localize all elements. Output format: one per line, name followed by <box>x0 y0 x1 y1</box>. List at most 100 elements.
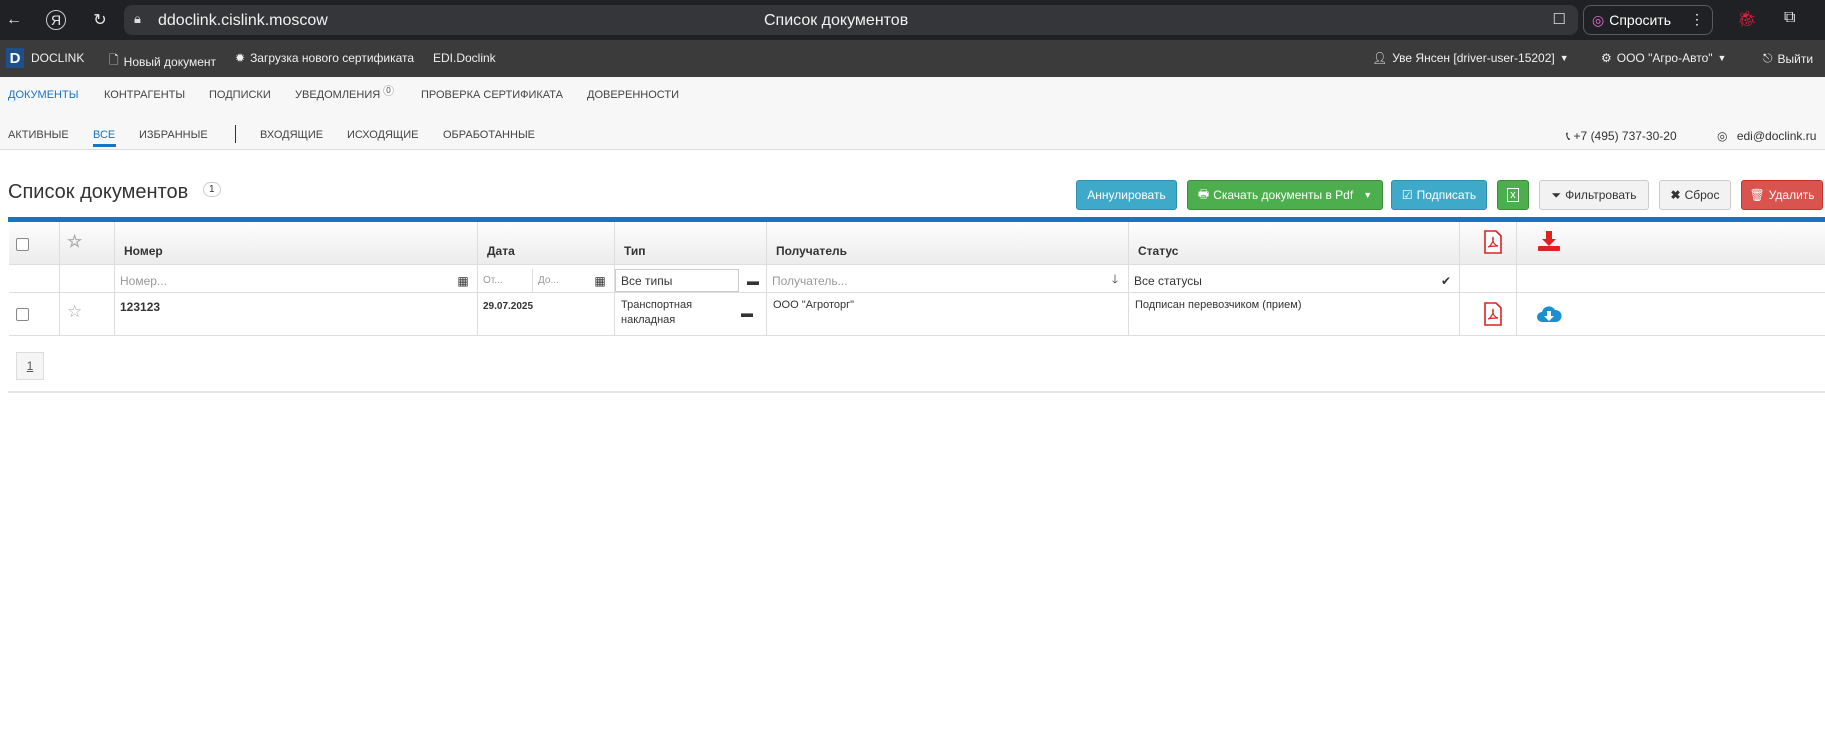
sign-button[interactable]: ☑ Подписать <box>1391 180 1487 210</box>
star-icon[interactable]: ☆ <box>67 232 82 252</box>
header-status[interactable]: Статус <box>1129 222 1460 264</box>
pdf-file-icon[interactable] <box>1483 302 1503 326</box>
logo-text[interactable]: DOCLINK <box>31 51 84 65</box>
notifications-label: УВЕДОМЛЕНИЯ <box>295 89 381 101</box>
caret-down-icon: ▼ <box>1559 53 1569 63</box>
tab-certificate-check[interactable]: ПРОВЕРКА СЕРТИФИКАТА <box>421 89 563 101</box>
header-download-cell <box>1517 222 1825 264</box>
excel-export-button[interactable]: x <box>1497 180 1529 210</box>
phone-number: +7 (495) 737-30-20 <box>1573 129 1677 143</box>
edi-link[interactable]: EDI.Doclink <box>433 51 496 65</box>
ask-icon: ◎ <box>1592 11 1605 28</box>
logout-link[interactable]: ⎋ Выйти <box>1763 51 1813 66</box>
status-filter-select[interactable]: Все статусы <box>1129 269 1432 292</box>
ask-button[interactable]: ◎ Спросить ⋮ <box>1583 5 1713 35</box>
phone-icon: 📞︎ <box>1566 129 1571 143</box>
delete-button[interactable]: 🗑︎ Удалить <box>1741 180 1823 210</box>
app-top-nav: D DOCLINK 🗋 Новый документ ✹ Загрузка но… <box>0 40 1825 77</box>
filter-empty-cell <box>1517 265 1825 292</box>
new-document-link[interactable]: 🗋 Новый документ <box>109 51 216 72</box>
upload-certificate-label: Загрузка нового сертификата <box>250 51 415 65</box>
certificate-icon: ✹ <box>235 51 246 65</box>
header-type[interactable]: Тип <box>615 222 767 264</box>
cloud-download-icon[interactable] <box>1536 304 1562 324</box>
bookmark-icon[interactable]: ☐ <box>1553 10 1566 28</box>
header-favorite-cell: ☆ <box>60 222 115 264</box>
filter-button[interactable]: ⏷ Фильтровать <box>1539 180 1649 210</box>
checkmark-icon[interactable]: ✔ <box>1432 269 1460 292</box>
filter-date-cell: От... До... ▦ <box>478 265 615 292</box>
pdf-file-icon[interactable] <box>1483 230 1503 254</box>
logout-icon: ⎋ <box>1763 51 1773 65</box>
table-bottom-border <box>8 391 1825 393</box>
date-to-input[interactable]: До... <box>532 269 586 292</box>
recipient-filter-input[interactable]: Получатель... <box>767 269 1101 292</box>
extension-icon[interactable]: 🐞︎ <box>1737 9 1757 29</box>
header-date[interactable]: Дата <box>478 222 615 264</box>
row-recipient-cell: ООО "Агроторг" <box>767 293 1129 335</box>
document-type-line2: накладная <box>621 314 676 326</box>
user-menu[interactable]: 👤︎ Уве Янсен [driver-user-15202] ▼ <box>1372 51 1569 65</box>
reset-button[interactable]: ✖ Сброс <box>1659 180 1731 210</box>
document-number[interactable]: 123123 <box>120 300 160 314</box>
filter-all[interactable]: ВСЕ <box>93 129 115 141</box>
filter-favorites[interactable]: ИЗБРАННЫЕ <box>139 129 208 141</box>
tab-documents[interactable]: ДОКУМЕНТЫ <box>8 89 78 101</box>
check-square-icon: ☑ <box>1401 188 1413 202</box>
document-count-badge: 1 <box>203 182 221 197</box>
filter-active[interactable]: АКТИВНЫЕ <box>8 129 69 141</box>
email-icon: ◎ <box>1717 129 1728 143</box>
tab-subscriptions[interactable]: ПОДПИСКИ <box>209 89 271 101</box>
download-pdf-button[interactable]: 🖶 Скачать документы в Pdf ▼ <box>1187 180 1383 210</box>
filter-status-cell: Все статусы ✔ <box>1129 265 1460 292</box>
download-icon[interactable] <box>1537 230 1561 252</box>
header-number[interactable]: Номер <box>115 222 478 264</box>
filter-empty-cell <box>1460 265 1517 292</box>
folder-icon[interactable]: ▬ <box>739 269 767 292</box>
row-download-cell <box>1517 293 1825 335</box>
tab-powers-of-attorney[interactable]: ДОВЕРЕННОСТИ <box>587 89 679 101</box>
type-filter-select[interactable]: Все типы <box>615 269 739 292</box>
back-arrow-icon[interactable]: ← <box>0 6 28 34</box>
funnel-icon: ⏷ <box>1551 187 1562 202</box>
org-menu[interactable]: ⚙ ООО "Агро-Авто" ▼ <box>1601 51 1726 65</box>
menu-dots-icon[interactable]: ⋮ <box>1690 11 1704 28</box>
row-number-cell: 123123 <box>115 293 478 335</box>
date-from-input[interactable]: От... <box>478 269 532 292</box>
address-bar[interactable]: 🔒︎ ddoclink.cislink.moscow Список докуме… <box>124 5 1578 35</box>
trash-icon: 🗑︎ <box>1749 188 1765 202</box>
tab-notifications[interactable]: УВЕДОМЛЕНИЯ 0 <box>295 85 394 101</box>
select-all-checkbox[interactable] <box>16 238 29 251</box>
folder-icon[interactable]: ▬ <box>733 299 761 327</box>
email-contact: ◎ edi@doclink.ru <box>1717 129 1816 143</box>
tab-counterparties[interactable]: КОНТРАГЕНТЫ <box>104 89 185 101</box>
download-pdf-label: Скачать документы в Pdf <box>1213 188 1354 202</box>
gear-icon: ⚙ <box>1601 51 1612 65</box>
email-address[interactable]: edi@doclink.ru <box>1737 129 1817 143</box>
header-recipient[interactable]: Получатель <box>767 222 1129 264</box>
star-icon[interactable]: ☆ <box>67 302 82 322</box>
arrow-down-icon[interactable]: 🡓 <box>1101 269 1129 292</box>
filter-outgoing[interactable]: ИСХОДЯЩИЕ <box>347 129 418 141</box>
table-row[interactable]: ☆ 123123 29.07.2025 Транспортная накладн… <box>9 293 1825 336</box>
sidebar-icon[interactable]: ⧉ <box>1784 9 1795 27</box>
active-tab-underline <box>93 144 116 147</box>
reset-label: Сброс <box>1684 188 1720 202</box>
annul-button[interactable]: Аннулировать <box>1076 180 1177 210</box>
calendar-icon[interactable]: ▦ <box>586 269 614 292</box>
row-checkbox[interactable] <box>16 308 29 321</box>
filter-processed[interactable]: ОБРАБОТАННЫЕ <box>443 129 535 141</box>
pagination-page[interactable]: 1 <box>16 352 44 380</box>
calculator-icon[interactable]: ▦ <box>449 269 477 292</box>
filter-empty-cell <box>60 265 115 292</box>
yandex-icon[interactable]: Я <box>46 10 66 30</box>
number-filter-input[interactable]: Номер... <box>115 269 449 292</box>
filter-incoming[interactable]: ВХОДЯЩИЕ <box>260 129 323 141</box>
reload-icon[interactable]: ↻ <box>86 6 114 34</box>
table-filter-row: Номер... ▦ От... До... ▦ Все типы ▬ Полу… <box>9 265 1825 293</box>
user-name: Уве Янсен [driver-user-15202] <box>1392 51 1555 65</box>
org-name: ООО "Агро-Авто" <box>1616 51 1713 65</box>
filter-number-cell: Номер... ▦ <box>115 265 478 292</box>
browser-toolbar: ← Я ↻ 🔒︎ ddoclink.cislink.moscow Список … <box>0 0 1825 40</box>
upload-certificate-link[interactable]: ✹ Загрузка нового сертификата <box>235 51 414 65</box>
